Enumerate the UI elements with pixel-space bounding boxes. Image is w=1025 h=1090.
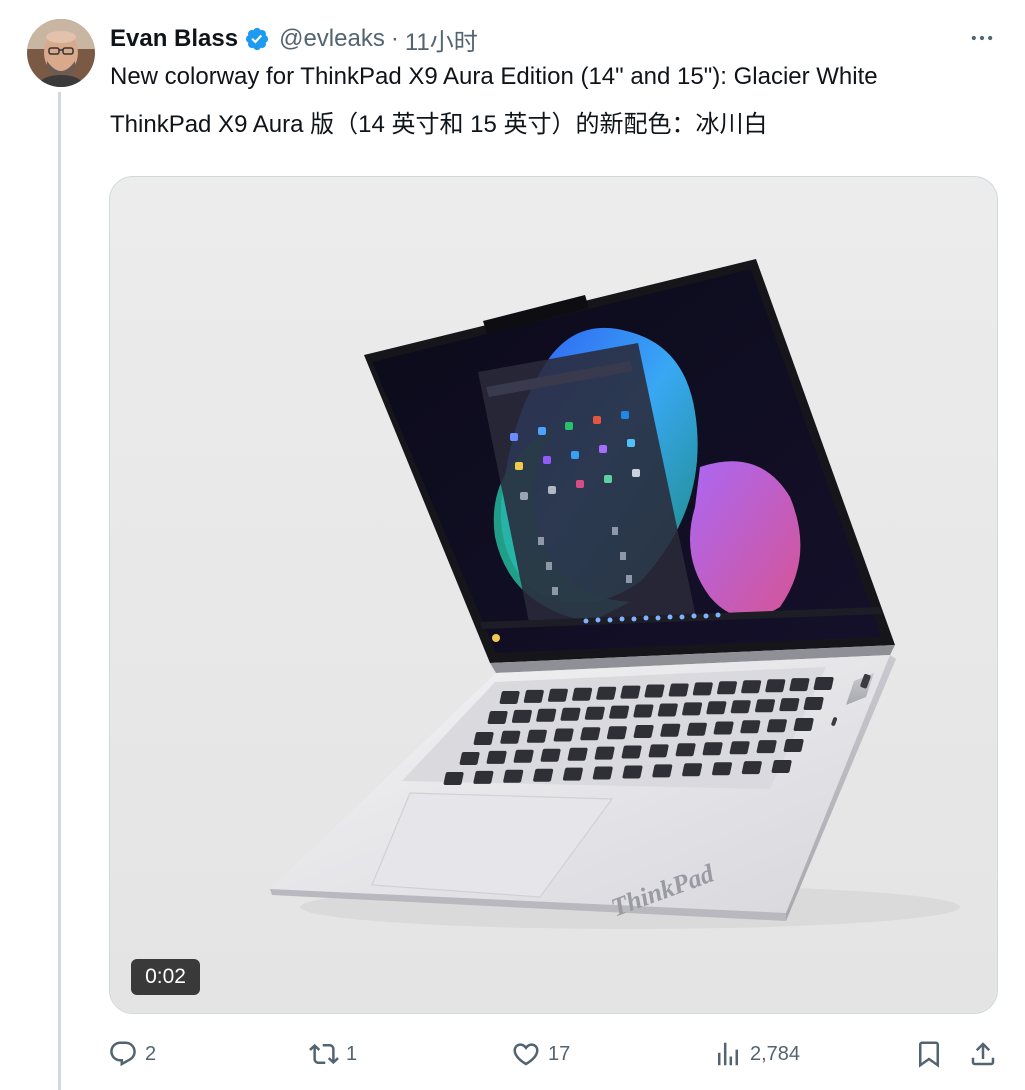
keyboard-key <box>459 752 480 765</box>
keyboard-key <box>783 739 804 752</box>
more-horizontal-icon[interactable] <box>966 22 998 54</box>
keyboard-key <box>596 686 617 700</box>
keyboard-key <box>803 697 824 710</box>
avatar-photo <box>27 19 95 87</box>
bookmark-icon <box>919 1041 939 1068</box>
keyboard-key <box>668 683 689 697</box>
reply-count: 2 <box>145 1042 157 1065</box>
keyboard-key <box>533 768 554 782</box>
keyboard-key <box>765 679 786 693</box>
header-separator: · <box>390 25 399 52</box>
keyboard-key <box>562 767 583 781</box>
keyboard-key <box>779 698 800 712</box>
keyboard-key <box>473 770 494 784</box>
bookmark-button[interactable] <box>914 1034 944 1074</box>
views-count: 2,784 <box>750 1042 801 1065</box>
video-player[interactable]: ThinkPad 0:02 <box>109 176 998 1014</box>
thread-connector-line <box>58 92 61 1090</box>
keyboard-key <box>644 684 665 698</box>
keyboard-key <box>560 707 581 721</box>
tweet-text-chinese: ThinkPad X9 Aura 版（14 英寸和 15 英寸）的新配色：冰川白 <box>110 111 768 138</box>
keyboard-key <box>473 732 494 745</box>
author-handle[interactable]: @evleaks <box>279 25 385 53</box>
keyboard-key <box>660 723 681 737</box>
keyboard-key <box>771 760 792 773</box>
keyboard-key <box>606 726 627 740</box>
share-icon <box>971 1042 995 1066</box>
keyboard-key <box>620 685 641 699</box>
keyboard-key <box>730 700 751 714</box>
keyboard-key <box>717 681 738 695</box>
heart-icon <box>513 1043 539 1066</box>
keyboard-key <box>633 725 654 738</box>
keyboard-key <box>713 721 734 735</box>
tweet-timestamp[interactable]: 11小时 <box>405 22 478 57</box>
keyboard-key <box>756 740 777 754</box>
keyboard-key <box>712 762 733 776</box>
keyboard-key <box>503 769 524 783</box>
like-count: 17 <box>548 1042 571 1065</box>
laptop-video-frame: ThinkPad <box>110 177 997 1013</box>
keyboard-key <box>648 744 669 758</box>
keyboard-key <box>536 708 557 722</box>
keyboard-key <box>633 704 654 718</box>
author-display-name[interactable]: Evan Blass <box>110 25 238 53</box>
keyboard-key <box>500 730 521 744</box>
keyboard-key <box>755 699 776 713</box>
retweet-button[interactable]: 1 <box>309 1034 357 1074</box>
video-duration-badge: 0:02 <box>131 959 200 995</box>
keyboard-key <box>686 722 707 736</box>
keyboard-key <box>486 750 507 764</box>
keyboard-key <box>487 711 508 724</box>
reply-button[interactable]: 2 <box>108 1034 156 1074</box>
keyboard-key <box>793 718 814 731</box>
keyboard-key <box>766 719 787 733</box>
like-button[interactable]: 17 <box>511 1034 570 1074</box>
keyboard-key <box>580 727 601 741</box>
keyboard-key <box>511 709 532 723</box>
keyboard-key <box>523 689 544 703</box>
keyboard-key <box>682 702 703 716</box>
retweet-count: 1 <box>346 1042 358 1065</box>
keyboard-key <box>652 764 673 778</box>
share-button[interactable] <box>968 1034 998 1074</box>
keyboard-key <box>572 687 593 701</box>
keyboard-key <box>553 728 574 742</box>
keyboard-key <box>540 748 561 762</box>
keyboard-key <box>740 720 761 734</box>
keyboard-key <box>657 703 678 717</box>
keyboard-key <box>443 772 464 785</box>
keyboard-key <box>741 680 762 694</box>
keyboard-key <box>813 677 834 690</box>
keyboard-key <box>584 706 605 720</box>
keyboard-key <box>729 741 750 755</box>
keyboard-key <box>621 745 642 759</box>
verified-badge-icon <box>244 26 270 52</box>
keyboard-key <box>592 766 613 780</box>
keyboard-key <box>609 705 630 719</box>
retweet-icon <box>309 1043 339 1065</box>
tweet-text-english: New colorway for ThinkPad X9 Aura Editio… <box>110 63 878 90</box>
keyboard-key <box>594 746 615 760</box>
keyboard-key <box>513 749 534 763</box>
views-button[interactable]: 2,784 <box>713 1034 800 1074</box>
keyboard-key <box>682 763 703 777</box>
keyboard-key <box>789 678 810 692</box>
keyboard-key <box>675 743 696 757</box>
tweet-action-bar: 2 1 17 2,784 <box>108 1034 998 1074</box>
keyboard-key <box>526 729 547 743</box>
author-avatar[interactable] <box>27 19 95 87</box>
keyboard-key <box>499 691 520 704</box>
reply-icon <box>110 1041 136 1067</box>
keyboard-key <box>702 742 723 756</box>
views-chart-icon <box>718 1042 738 1066</box>
keyboard-key <box>567 747 588 761</box>
keyboard-key <box>706 701 727 715</box>
keyboard-key <box>692 682 713 696</box>
tweet-header: Evan Blass @evleaks · 11小时 <box>110 22 478 56</box>
keyboard-key <box>547 688 568 702</box>
keyboard-key <box>741 761 762 775</box>
keyboard-key <box>622 765 643 779</box>
